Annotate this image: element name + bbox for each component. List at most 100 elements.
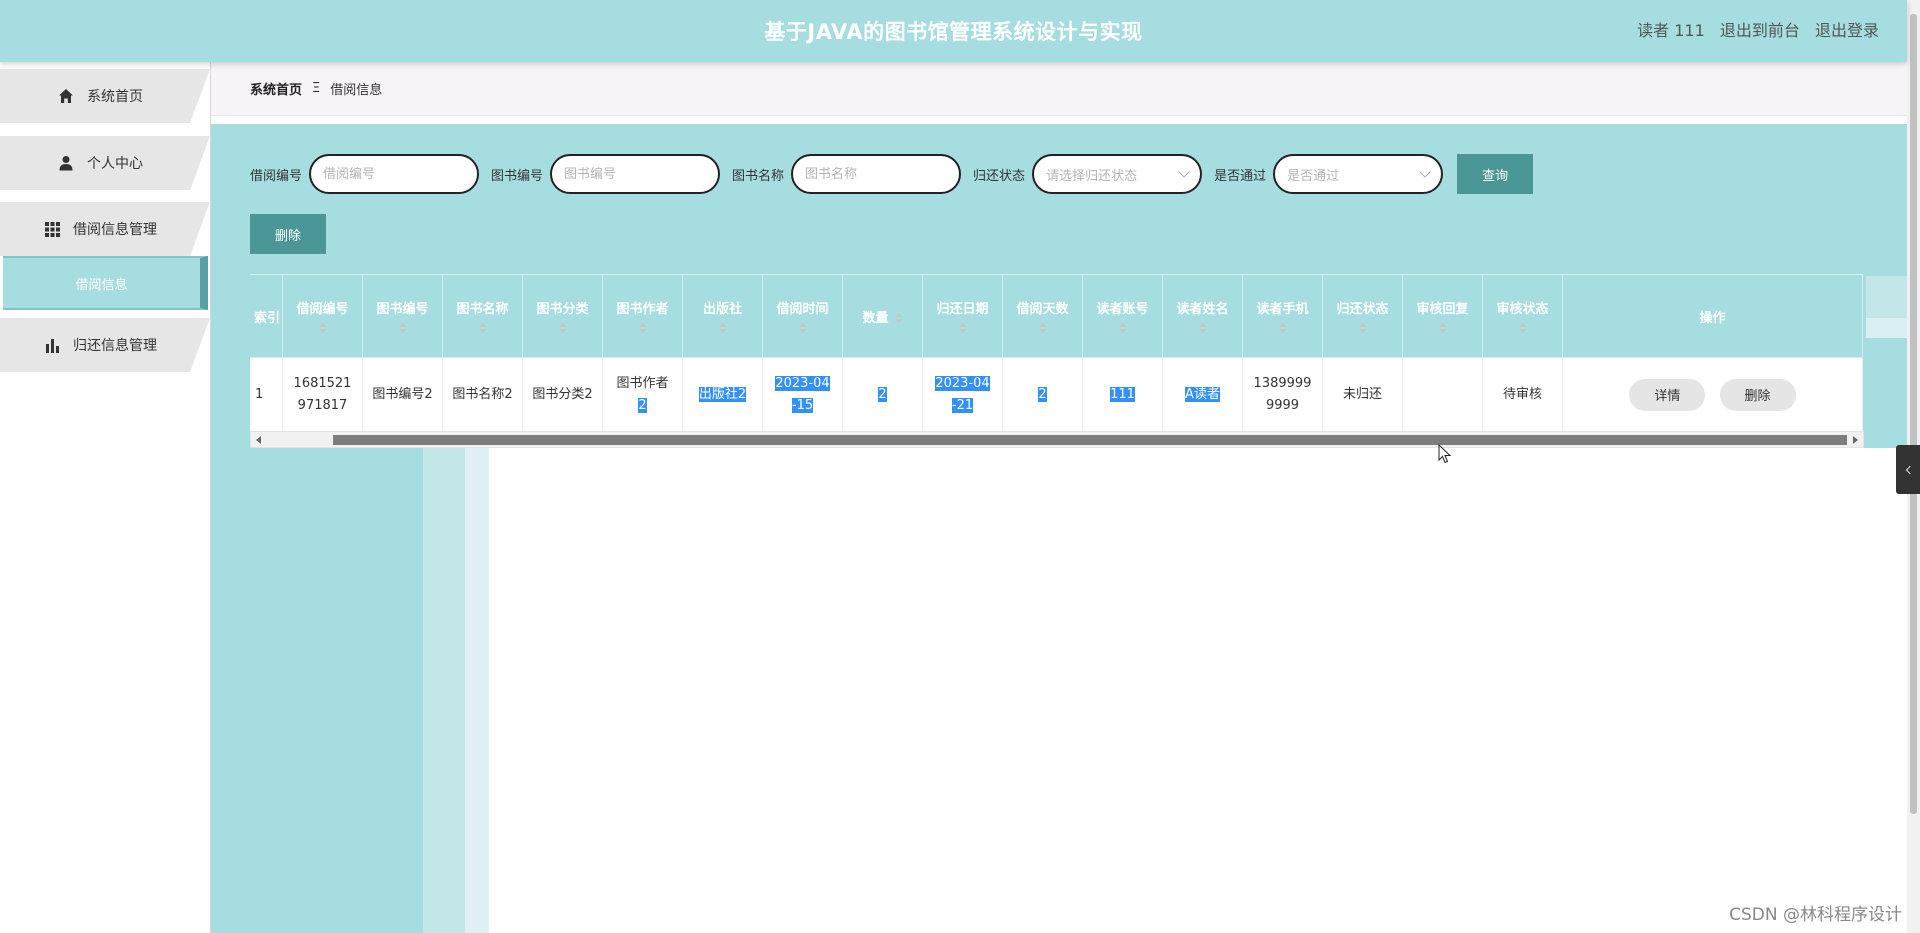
sort-icon xyxy=(558,323,567,334)
sidebar-item-home[interactable]: 系统首页 xyxy=(0,69,211,123)
decor-strip xyxy=(465,448,489,933)
sort-icon xyxy=(798,323,807,334)
col-header-borrow-no[interactable]: 借阅编号 xyxy=(282,274,363,358)
sort-icon xyxy=(638,323,647,334)
person-icon xyxy=(57,154,75,172)
sidebar-subitem-borrow-info[interactable]: 借阅信息 xyxy=(3,256,208,310)
col-header-book-no[interactable]: 图书编号 xyxy=(362,274,443,358)
sidebar-item-return-management[interactable]: 归还信息管理 xyxy=(0,318,211,372)
sidebar-item-borrow-management[interactable]: 借阅信息管理 xyxy=(0,202,211,256)
watermark: CSDN @林科程序设计 xyxy=(1729,905,1902,925)
query-button[interactable]: 查询 xyxy=(1457,154,1534,194)
col-header-actions: 操作 xyxy=(1562,274,1863,358)
col-header-review-status[interactable]: 审核状态 xyxy=(1482,274,1563,358)
exit-to-front-link[interactable]: 退出到前台 xyxy=(1720,21,1800,40)
book-name-field[interactable] xyxy=(791,154,962,194)
chevron-down-icon xyxy=(1178,166,1190,178)
home-icon xyxy=(57,87,75,105)
mouse-cursor-icon xyxy=(1438,443,1452,468)
col-header-review-reply[interactable]: 审核回复 xyxy=(1402,274,1483,358)
cell-reader-account: 111 xyxy=(1082,357,1163,432)
sort-icon xyxy=(318,323,327,334)
row-delete-button[interactable]: 删除 xyxy=(1719,378,1796,411)
cell-borrow-no: 1681521971817 xyxy=(282,357,363,432)
table-header-row: 索引 借阅编号 图书编号 图书名称 图书分类 图书作者 出版社 借阅时间 数量 … xyxy=(250,274,1863,358)
book-name-label: 图书名称 xyxy=(732,168,785,184)
table-row: 1 1681521971817 图书编号2 图书名称2 图书分类2 图书作者 2 … xyxy=(250,357,1863,432)
detail-button[interactable]: 详情 xyxy=(1629,378,1706,411)
sort-icon xyxy=(1358,323,1367,334)
col-header-borrow-time[interactable]: 借阅时间 xyxy=(762,274,843,358)
cell-book-no: 图书编号2 xyxy=(362,357,443,432)
book-no-field[interactable] xyxy=(550,154,721,194)
sort-icon xyxy=(1038,323,1047,334)
borrow-table-wrapper: 索引 借阅编号 图书编号 图书名称 图书分类 图书作者 出版社 借阅时间 数量 … xyxy=(250,274,1864,448)
cell-publisher: 出版社2 xyxy=(682,357,763,432)
sidebar-item-label: 借阅信息 xyxy=(75,277,128,293)
return-status-label: 归还状态 xyxy=(973,168,1026,184)
sort-icon xyxy=(1518,323,1527,334)
cell-book-category: 图书分类2 xyxy=(522,357,603,432)
col-header-return-date[interactable]: 归还日期 xyxy=(922,274,1003,358)
sort-icon xyxy=(1118,323,1127,334)
col-header-book-name[interactable]: 图书名称 xyxy=(442,274,523,358)
col-header-book-author[interactable]: 图书作者 xyxy=(602,274,683,358)
logout-link[interactable]: 退出登录 xyxy=(1815,21,1879,40)
top-header: 基于JAVA的图书馆管理系统设计与实现 读者 111 退出到前台 退出登录 xyxy=(0,0,1907,62)
approved-label: 是否通过 xyxy=(1214,168,1267,184)
breadcrumb-home[interactable]: 系统首页 xyxy=(250,79,302,98)
app-title: 基于JAVA的图书馆管理系统设计与实现 xyxy=(764,20,1143,44)
cell-return-status: 未归还 xyxy=(1322,357,1403,432)
decor-strip xyxy=(423,448,465,933)
book-no-input[interactable] xyxy=(564,166,707,182)
approved-placeholder: 是否通过 xyxy=(1287,168,1340,184)
col-header-reader-name[interactable]: 读者姓名 xyxy=(1162,274,1243,358)
book-no-label: 图书编号 xyxy=(491,168,544,184)
borrow-no-input[interactable] xyxy=(323,166,466,182)
decor-strip xyxy=(1866,318,1907,338)
borrow-no-field[interactable] xyxy=(309,154,480,194)
book-name-input[interactable] xyxy=(805,166,948,182)
cell-index: 1 xyxy=(250,357,283,432)
sidebar-item-profile[interactable]: 个人中心 xyxy=(0,136,211,190)
scrollbar-thumb[interactable] xyxy=(1910,14,1917,814)
sidebar-item-label: 归还信息管理 xyxy=(73,338,157,354)
col-header-index: 索引 xyxy=(250,274,283,358)
borrow-no-label: 借阅编号 xyxy=(250,168,303,184)
chevron-down-icon xyxy=(1419,166,1431,178)
breadcrumb: 系统首页 Ξ 借阅信息 xyxy=(211,62,1907,116)
scrollbar-thumb[interactable] xyxy=(333,435,1847,445)
borrow-table: 索引 借阅编号 图书编号 图书名称 图书分类 图书作者 出版社 借阅时间 数量 … xyxy=(250,274,1863,432)
bar-chart-icon xyxy=(43,336,61,354)
sidebar-item-label: 借阅信息管理 xyxy=(73,222,157,238)
cell-review-reply xyxy=(1402,357,1483,432)
col-header-borrow-days[interactable]: 借阅天数 xyxy=(1002,274,1083,358)
page: 基于JAVA的图书馆管理系统设计与实现 读者 111 退出到前台 退出登录 系统… xyxy=(0,0,1920,933)
col-header-publisher[interactable]: 出版社 xyxy=(682,274,763,358)
col-header-reader-account[interactable]: 读者账号 xyxy=(1082,274,1163,358)
sidebar: 系统首页 个人中心 借阅信息管理 借阅信息 归还信息管理 xyxy=(0,62,211,933)
cell-reader-name: A读者 xyxy=(1162,357,1243,432)
col-header-quantity[interactable]: 数量 xyxy=(842,274,923,358)
sort-icon xyxy=(958,323,967,334)
approved-select[interactable]: 是否通过 xyxy=(1273,154,1444,194)
col-header-reader-phone[interactable]: 读者手机 xyxy=(1242,274,1323,358)
cell-borrow-days: 2 xyxy=(1002,357,1083,432)
sort-icon xyxy=(894,312,903,324)
decor-strip xyxy=(211,448,423,933)
cell-borrow-time: 2023-04 -15 xyxy=(762,357,843,432)
col-header-book-category[interactable]: 图书分类 xyxy=(522,274,603,358)
batch-delete-button[interactable]: 删除 xyxy=(250,214,326,254)
header-user-area: 读者 111 退出到前台 退出登录 xyxy=(1627,0,1879,62)
chevron-left-icon xyxy=(1905,465,1914,474)
scroll-right-icon[interactable] xyxy=(1853,436,1858,444)
side-panel-toggle[interactable] xyxy=(1896,445,1920,494)
cell-book-name: 图书名称2 xyxy=(442,357,523,432)
scroll-left-icon[interactable] xyxy=(256,436,261,444)
table-horizontal-scrollbar[interactable] xyxy=(250,431,1864,448)
return-status-select[interactable]: 请选择归还状态 xyxy=(1032,154,1203,194)
sidebar-item-label: 个人中心 xyxy=(87,156,143,172)
col-header-return-status[interactable]: 归还状态 xyxy=(1322,274,1403,358)
cell-reader-phone: 13899999999 xyxy=(1242,357,1323,432)
cell-quantity: 2 xyxy=(842,357,923,432)
